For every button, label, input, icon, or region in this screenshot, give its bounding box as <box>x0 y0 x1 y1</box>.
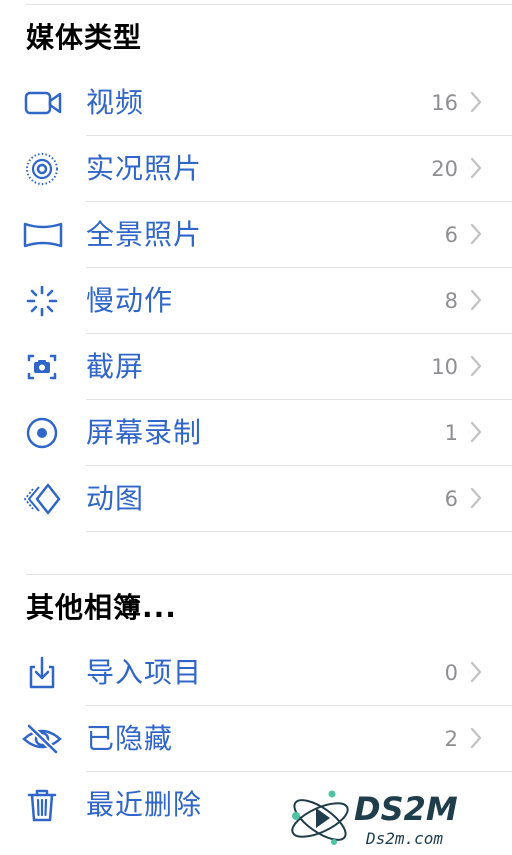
album-label: 实况照片 <box>86 152 203 185</box>
album-row-hidden[interactable]: 已隐藏 2 <box>0 706 512 772</box>
screen-recording-icon <box>22 415 64 451</box>
album-label: 慢动作 <box>86 284 174 317</box>
screenshot-icon <box>22 349 64 385</box>
album-count: 16 <box>431 91 458 115</box>
album-label: 全景照片 <box>86 218 203 251</box>
ds2m-watermark: DS2M Ds2m.com <box>286 786 506 852</box>
album-label: 动图 <box>86 482 145 515</box>
watermark-domain: Ds2m.com <box>365 829 443 848</box>
live-photo-icon <box>22 151 64 187</box>
album-count: 6 <box>444 487 458 511</box>
panorama-icon <box>22 217 64 253</box>
chevron-right-icon <box>470 157 482 179</box>
chevron-right-icon <box>470 421 482 443</box>
album-row-slow-motion[interactable]: 慢动作 8 <box>0 268 512 334</box>
album-count: 20 <box>431 157 458 181</box>
album-row-panoramas[interactable]: 全景照片 6 <box>0 202 512 268</box>
chevron-right-icon <box>470 289 482 311</box>
album-row-imports[interactable]: 导入项目 0 <box>0 640 512 706</box>
chevron-right-icon <box>470 727 482 749</box>
album-row-screen-recordings[interactable]: 屏幕录制 1 <box>0 400 512 466</box>
import-icon <box>22 655 64 691</box>
album-label: 导入项目 <box>86 656 203 689</box>
chevron-right-icon <box>470 661 482 683</box>
animated-icon <box>22 481 64 517</box>
album-label: 视频 <box>86 86 145 119</box>
album-row-animated[interactable]: 动图 6 <box>0 466 512 532</box>
album-count: 6 <box>444 223 458 247</box>
chevron-right-icon <box>470 487 482 509</box>
chevron-right-icon <box>470 355 482 377</box>
album-count: 10 <box>431 355 458 379</box>
album-row-videos[interactable]: 视频 16 <box>0 70 512 136</box>
video-icon <box>22 85 64 121</box>
chevron-right-icon <box>470 91 482 113</box>
media-types-title: 媒体类型 <box>26 21 143 54</box>
top-separator <box>26 4 512 5</box>
other-albums-title: 其他相簿... <box>26 591 177 624</box>
album-label: 屏幕录制 <box>86 416 203 449</box>
watermark-brand: DS2M <box>354 790 458 828</box>
watermark-logo-icon <box>291 790 349 845</box>
album-row-live-photos[interactable]: 实况照片 20 <box>0 136 512 202</box>
album-row-screenshots[interactable]: 截屏 10 <box>0 334 512 400</box>
album-label: 截屏 <box>86 350 145 383</box>
album-label: 最近删除 <box>86 788 203 821</box>
chevron-right-icon <box>470 223 482 245</box>
album-count: 2 <box>444 727 458 751</box>
row-separator <box>86 531 512 532</box>
hidden-eye-icon <box>22 721 64 757</box>
trash-icon <box>22 787 64 823</box>
album-count: 8 <box>444 289 458 313</box>
album-count: 1 <box>444 421 458 445</box>
album-count: 0 <box>444 661 458 685</box>
slow-motion-icon <box>22 283 64 319</box>
album-label: 已隐藏 <box>86 722 174 755</box>
section-separator <box>26 574 512 575</box>
